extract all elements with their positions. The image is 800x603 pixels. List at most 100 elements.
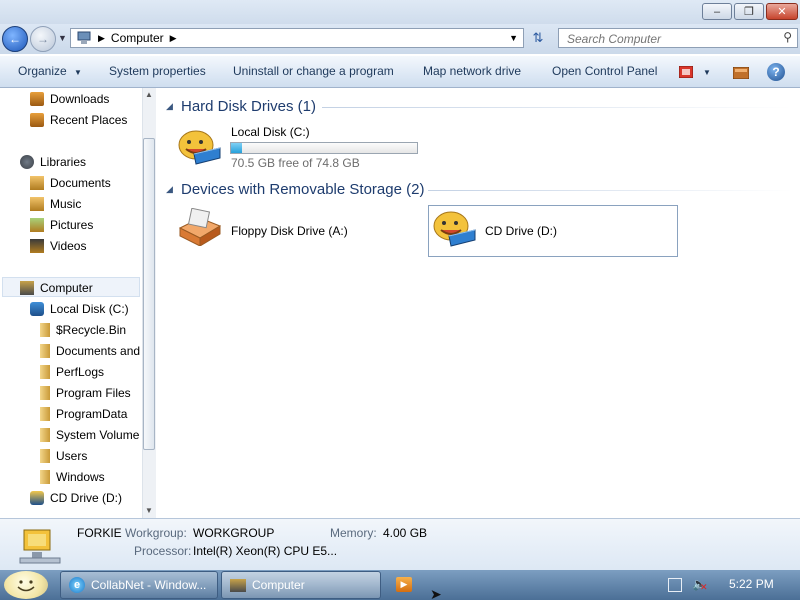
floppy-drive-icon <box>178 207 222 247</box>
nav-item-computer[interactable]: Computer <box>20 277 93 298</box>
taskbar-item-computer[interactable]: Computer <box>221 571 381 599</box>
map-network-drive-button[interactable]: Map network drive <box>423 64 521 78</box>
scroll-down-icon[interactable]: ▼ <box>145 506 153 515</box>
videos-icon <box>30 238 44 253</box>
nav-item-cd-drive[interactable]: CD Drive (D:) <box>30 487 122 508</box>
locked-folder-icon <box>40 322 50 337</box>
nav-item-label: Libraries <box>40 154 87 169</box>
disk-usage-fill <box>231 143 242 153</box>
local-disk-name[interactable]: Local Disk (C:) <box>231 125 310 139</box>
scroll-up-icon[interactable]: ▲ <box>145 90 153 99</box>
search-icon[interactable]: ⚲ <box>783 30 792 44</box>
search-input[interactable] <box>565 30 774 48</box>
computer-name: FORKIE <box>77 526 122 540</box>
folder-icon <box>40 448 50 463</box>
recent-places-icon <box>30 112 44 127</box>
nav-item-label: Windows <box>56 469 105 484</box>
nav-item-label: ProgramData <box>56 406 128 421</box>
start-button[interactable] <box>4 571 48 599</box>
organize-button[interactable]: Organize ▼ <box>18 64 82 78</box>
open-control-panel-button[interactable]: Open Control Panel <box>552 64 657 78</box>
nav-item-pictures[interactable]: Pictures <box>30 214 111 235</box>
folder-icon <box>40 385 50 400</box>
address-dropdown-icon[interactable]: ▼ <box>509 33 518 43</box>
memory-value: 4.00 GB <box>383 526 428 540</box>
hard-drive-icon <box>30 301 44 316</box>
folder-icon <box>40 364 50 379</box>
search-box[interactable]: ⚲ <box>558 28 798 48</box>
system-properties-button[interactable]: System properties <box>109 64 206 78</box>
organize-label: Organize <box>18 64 67 78</box>
nav-item-downloads[interactable]: Downloads <box>30 88 127 109</box>
forward-arrow-icon: → <box>37 32 49 46</box>
locked-folder-icon <box>40 343 50 358</box>
folder-icon <box>40 469 50 484</box>
forward-button[interactable]: → <box>30 26 56 52</box>
mouse-cursor-icon: ➤ <box>430 586 442 602</box>
address-bar[interactable]: ▶ Computer ▶ ▼ <box>70 28 524 48</box>
breadcrumb-separator-icon[interactable]: ▶ <box>98 33 105 44</box>
cd-drive-icon <box>30 490 44 505</box>
music-icon <box>30 196 44 211</box>
nav-scrollbar-thumb[interactable] <box>143 138 155 450</box>
group-divider <box>428 190 792 191</box>
internet-explorer-icon: e <box>69 577 85 593</box>
change-view-button[interactable] <box>678 65 694 81</box>
nav-item-documents[interactable]: Documents <box>30 172 111 193</box>
taskbar-item-collabnet[interactable]: e CollabNet - Window... <box>60 571 218 599</box>
maximize-button[interactable]: ❐ <box>734 3 764 20</box>
close-button[interactable]: ✕ <box>766 3 798 20</box>
nav-item-label: Program Files <box>56 385 131 400</box>
nav-item-windows[interactable]: Windows <box>40 466 140 487</box>
group-divider <box>322 107 792 108</box>
nav-item-label: Pictures <box>50 217 94 232</box>
nav-item-local-disk[interactable]: Local Disk (C:) <box>30 298 129 319</box>
floppy-drive-name[interactable]: Floppy Disk Drive (A:) <box>231 224 348 238</box>
refresh-button[interactable]: ⇅ <box>527 28 549 48</box>
cd-drive-name[interactable]: CD Drive (D:) <box>485 224 557 238</box>
disk-usage-bar <box>230 142 418 154</box>
nav-item-videos[interactable]: Videos <box>30 235 111 256</box>
downloads-icon <box>30 91 44 106</box>
nav-item-perflogs[interactable]: PerfLogs <box>40 361 140 382</box>
breadcrumb-separator-icon[interactable]: ▶ <box>170 33 177 44</box>
processor-value: Intel(R) Xeon(R) CPU E5... <box>193 544 338 558</box>
nav-item-label: PerfLogs <box>56 364 105 379</box>
back-button[interactable]: ← <box>2 26 28 52</box>
navigation-pane: Downloads Recent Places Libraries Docume… <box>0 88 156 518</box>
cd-drive-tile[interactable] <box>431 210 477 251</box>
network-icon[interactable] <box>668 578 682 592</box>
nav-item-label: System Volume <box>56 427 140 442</box>
processor-label: Processor: <box>134 544 192 558</box>
recent-pages-dropdown[interactable]: ▼ <box>58 33 67 43</box>
preview-pane-button[interactable] <box>732 66 750 82</box>
clock[interactable]: 5:22 PM <box>729 577 774 591</box>
nav-item-documents-and-settings[interactable]: Documents and <box>40 340 140 361</box>
folder-list: $Recycle.Bin Documents and PerfLogs Prog… <box>40 319 140 487</box>
collapse-group-icon[interactable]: ◢ <box>166 101 173 112</box>
group-header-hard-disk-drives[interactable]: Hard Disk Drives (1) <box>181 98 316 115</box>
nav-item-programdata[interactable]: ProgramData <box>40 403 140 424</box>
nav-item-users[interactable]: Users <box>40 445 140 466</box>
view-dropdown-icon[interactable]: ▼ <box>703 68 711 77</box>
nav-item-recent-places[interactable]: Recent Places <box>30 109 127 130</box>
local-disk-tile[interactable] <box>176 128 222 169</box>
nav-item-libraries[interactable]: Libraries <box>20 151 86 172</box>
nav-item-program-files[interactable]: Program Files <box>40 382 140 403</box>
floppy-drive-tile[interactable] <box>176 207 222 249</box>
nav-item-system-volume[interactable]: System Volume <box>40 424 140 445</box>
nav-item-label: Local Disk (C:) <box>50 301 129 316</box>
favorites-list: Downloads Recent Places <box>30 88 127 130</box>
collapse-group-icon[interactable]: ◢ <box>166 184 173 195</box>
title-bar <box>0 0 800 24</box>
group-header-removable-storage[interactable]: Devices with Removable Storage (2) <box>181 181 424 198</box>
help-button[interactable]: ? <box>767 63 785 81</box>
media-player-icon[interactable]: ▶ <box>396 577 412 592</box>
minimize-button[interactable]: – <box>702 3 732 20</box>
nav-item-recycle-bin[interactable]: $Recycle.Bin <box>40 319 140 340</box>
help-icon: ? <box>772 65 780 79</box>
breadcrumb-location[interactable]: Computer <box>111 31 164 45</box>
uninstall-program-button[interactable]: Uninstall or change a program <box>233 64 394 78</box>
nav-item-music[interactable]: Music <box>30 193 111 214</box>
computer-icon <box>19 529 61 564</box>
